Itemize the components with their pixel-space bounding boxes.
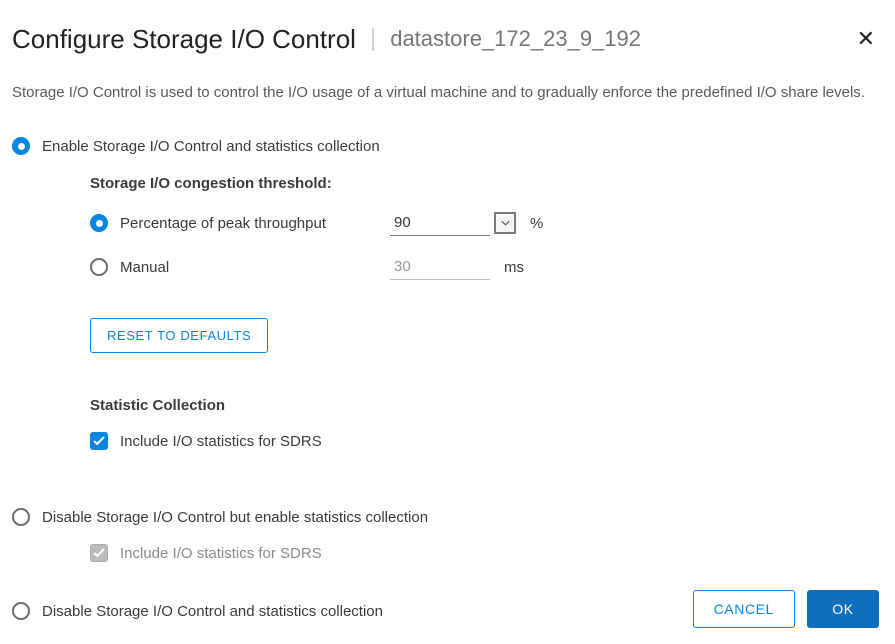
manual-input-group: ms xyxy=(390,254,524,280)
threshold-section: Storage I/O congestion threshold: Percen… xyxy=(90,175,883,450)
threshold-percentage-label: Percentage of peak throughput xyxy=(120,215,390,232)
include-sdrs-label: Include I/O statistics for SDRS xyxy=(120,433,322,450)
header-divider: | xyxy=(370,27,376,51)
ok-button[interactable]: OK xyxy=(807,590,879,628)
manual-input xyxy=(390,254,490,280)
dialog-header: Configure Storage I/O Control | datastor… xyxy=(12,12,883,74)
close-icon[interactable]: ✕ xyxy=(849,22,883,56)
percentage-unit: % xyxy=(530,215,543,232)
checkbox-checked-icon[interactable] xyxy=(90,432,108,450)
include-sdrs-row[interactable]: Include I/O statistics for SDRS xyxy=(90,432,883,450)
manual-unit: ms xyxy=(504,259,524,276)
radio-unselected-icon[interactable] xyxy=(12,602,30,620)
chevron-down-icon[interactable] xyxy=(494,212,516,234)
dialog-description: Storage I/O Control is used to control t… xyxy=(12,84,883,101)
option-disable-all-label: Disable Storage I/O Control and statisti… xyxy=(42,603,383,620)
dialog-title: Configure Storage I/O Control xyxy=(12,24,356,55)
percentage-input-group: % xyxy=(390,210,543,236)
option-enable-row[interactable]: Enable Storage I/O Control and statistic… xyxy=(12,137,883,155)
threshold-title: Storage I/O congestion threshold: xyxy=(90,175,883,192)
option-enable-label: Enable Storage I/O Control and statistic… xyxy=(42,138,380,155)
cancel-button[interactable]: CANCEL xyxy=(693,590,795,628)
threshold-manual-radio-group[interactable]: Manual xyxy=(90,258,390,276)
statistic-collection-title: Statistic Collection xyxy=(90,397,883,414)
percentage-input[interactable] xyxy=(390,210,490,236)
checkbox-disabled-icon xyxy=(90,544,108,562)
threshold-percentage-row: Percentage of peak throughput % xyxy=(90,210,883,236)
threshold-manual-row: Manual ms xyxy=(90,254,883,280)
radio-selected-icon[interactable] xyxy=(12,137,30,155)
threshold-percentage-radio-group[interactable]: Percentage of peak throughput xyxy=(90,214,390,232)
include-sdrs-disabled-label: Include I/O statistics for SDRS xyxy=(120,545,322,562)
radio-selected-icon[interactable] xyxy=(90,214,108,232)
reset-to-defaults-button[interactable]: RESET TO DEFAULTS xyxy=(90,318,268,353)
radio-unselected-icon[interactable] xyxy=(12,508,30,526)
option-disable-with-stats-row[interactable]: Disable Storage I/O Control but enable s… xyxy=(12,508,883,526)
include-sdrs-disabled-row: Include I/O statistics for SDRS xyxy=(90,544,883,562)
radio-unselected-icon[interactable] xyxy=(90,258,108,276)
threshold-manual-label: Manual xyxy=(120,259,390,276)
option-disable-with-stats-label: Disable Storage I/O Control but enable s… xyxy=(42,509,428,526)
dialog-footer: CANCEL OK xyxy=(693,590,879,628)
datastore-name: datastore_172_23_9_192 xyxy=(390,26,641,52)
